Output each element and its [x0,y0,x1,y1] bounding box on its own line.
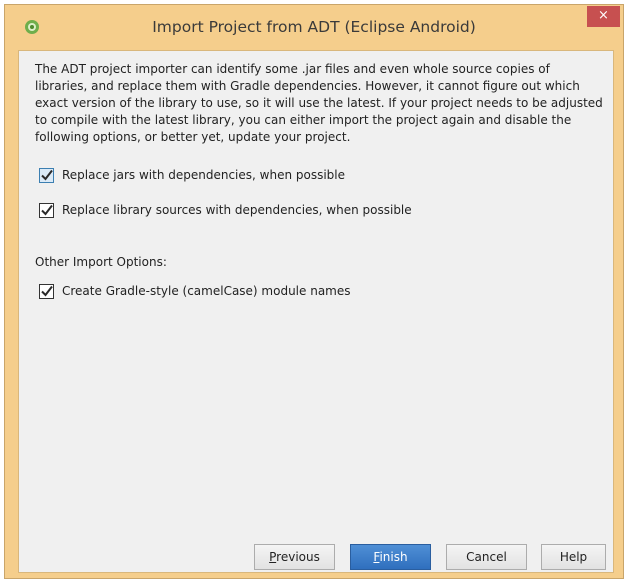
checkbox-gradle-style-names[interactable] [39,283,54,299]
option-label: Replace library sources with dependencie… [62,203,412,217]
title-bar[interactable]: Import Project from ADT (Eclipse Android… [5,5,623,49]
button-label-rest: inish [379,550,408,564]
cancel-button[interactable]: Cancel [446,544,527,570]
option-label: Create Gradle-style (camelCase) module n… [62,284,351,298]
importer-description: The ADT project importer can identify so… [35,62,603,144]
checkbox-replace-library-sources[interactable] [39,202,54,218]
import-project-dialog: Import Project from ADT (Eclipse Android… [4,4,624,579]
checkmark-icon [41,204,53,216]
other-import-options-heading: Other Import Options: [35,255,167,269]
button-label-rest: revious [276,550,320,564]
close-button[interactable]: × [587,6,620,27]
checkmark-icon [41,285,53,297]
android-studio-icon [24,19,40,35]
checkmark-icon [41,169,53,181]
window-title: Import Project from ADT (Eclipse Android… [152,18,476,36]
finish-button[interactable]: Finish [350,544,431,570]
dialog-content: The ADT project importer can identify so… [18,50,614,573]
option-replace-library-sources[interactable]: Replace library sources with dependencie… [39,200,412,220]
previous-button[interactable]: Previous [254,544,335,570]
checkbox-replace-jars[interactable] [39,167,54,183]
help-button[interactable]: Help [541,544,606,570]
option-label: Replace jars with dependencies, when pos… [62,168,346,182]
option-gradle-style-names[interactable]: Create Gradle-style (camelCase) module n… [39,281,351,301]
option-replace-jars[interactable]: Replace jars with dependencies, when pos… [39,165,345,185]
